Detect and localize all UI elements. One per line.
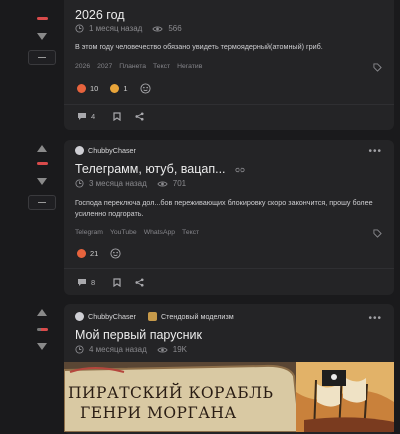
post-text-line: усиленно подгорать. (75, 209, 144, 218)
post-views: 566 (168, 24, 182, 33)
tag[interactable]: Текст (182, 229, 199, 236)
reactions: 21 (77, 248, 121, 259)
reactions: 10 1 (77, 83, 151, 94)
post-image[interactable]: ПИРАТСКИЙ КОРАБЛЬ ГЕНРИ МОРГАНА (64, 362, 394, 432)
rating-bar (37, 162, 48, 165)
post-text: Господа переключа дол...бов переживающих… (75, 197, 389, 219)
tag[interactable]: Текст (153, 63, 170, 70)
clock-icon (75, 179, 84, 188)
tag[interactable]: Telegram (75, 229, 103, 236)
post-actions: 4 (77, 112, 144, 121)
post-views: 701 (172, 179, 187, 188)
author-name[interactable]: ChubbyChaser (88, 312, 136, 321)
tag[interactable]: Планета (119, 63, 146, 70)
add-reaction-icon[interactable] (110, 248, 121, 259)
post-actions: 8 (77, 278, 144, 287)
tag[interactable]: WhatsApp (144, 229, 175, 236)
tag[interactable]: 2026 (75, 63, 90, 70)
comment-count[interactable]: 8 (91, 278, 95, 287)
comment-count[interactable]: 4 (91, 112, 95, 121)
divider (64, 104, 394, 105)
tag-list: Telegram YouTube WhatsApp Текст (75, 229, 199, 236)
post-card-1: 2026 год 1 месяц назад 566 В этом году ч… (64, 0, 394, 130)
avatar[interactable] (75, 312, 84, 321)
eye-icon (157, 180, 168, 187)
tag-list: 2026 2027 Планета Текст Негатив (75, 63, 202, 70)
share-icon[interactable] (135, 112, 144, 121)
post-title[interactable]: Мой первый парусник (75, 328, 202, 342)
reaction-count: 1 (123, 84, 128, 93)
community-icon[interactable] (147, 312, 157, 321)
clock-icon (75, 345, 84, 354)
avatar[interactable] (75, 146, 84, 155)
reaction-fire-icon[interactable] (77, 84, 86, 93)
arrow-up-icon[interactable] (37, 145, 47, 152)
arrow-down-icon[interactable] (37, 33, 47, 40)
eye-icon (152, 25, 163, 32)
link-icon[interactable] (235, 166, 245, 174)
post-text-line: Господа переключа дол...бов переживающих… (75, 198, 373, 207)
add-reaction-icon[interactable] (139, 83, 151, 94)
community-name[interactable]: Стендовый моделизм (161, 312, 234, 321)
arrow-up-icon[interactable] (37, 309, 47, 316)
post-meta: 4 месяца назад 19K (75, 345, 187, 354)
tag[interactable]: 2027 (97, 63, 112, 70)
tag[interactable]: YouTube (110, 229, 137, 236)
bookmark-icon[interactable] (113, 112, 121, 121)
post-time: 4 месяца назад (89, 345, 147, 354)
arrow-down-icon[interactable] (37, 343, 47, 350)
tag[interactable]: Негатив (177, 63, 202, 70)
bookmark-icon[interactable] (113, 278, 121, 287)
reaction-count: 21 (90, 249, 99, 258)
rating-bar (37, 328, 48, 331)
more-icon[interactable]: ••• (368, 313, 382, 324)
clock-icon (75, 24, 84, 33)
post-meta: 1 месяц назад 566 (75, 24, 182, 33)
post-text: В этом году человечество обязано увидеть… (75, 42, 323, 51)
rating-bar (37, 17, 48, 20)
divider (64, 268, 394, 269)
reaction-fire-icon[interactable] (77, 249, 86, 258)
comment-icon[interactable] (77, 112, 87, 121)
post-time: 3 месяца назад (89, 179, 147, 188)
post-card-3: ChubbyChaser Стендовый моделизм ••• Мой … (64, 304, 394, 434)
tag-icon[interactable] (373, 63, 382, 72)
collapse-button[interactable] (28, 195, 56, 210)
post-time: 1 месяц назад (89, 24, 143, 33)
image-caption-line-1: ПИРАТСКИЙ КОРАБЛЬ (68, 384, 274, 402)
post-card-2: ChubbyChaser ••• Телеграмм, ютуб, вацап.… (64, 140, 394, 295)
reaction-count: 10 (90, 84, 99, 93)
post-views: 19K (172, 345, 188, 354)
author[interactable]: ChubbyChaser (75, 146, 136, 155)
image-caption-line-2: ГЕНРИ МОРГАНА (80, 404, 237, 422)
post-title-text[interactable]: Телеграмм, ютуб, вацап... (75, 162, 226, 176)
post-title[interactable]: Телеграмм, ютуб, вацап... (75, 162, 245, 176)
arrow-down-icon[interactable] (37, 178, 47, 185)
post-title[interactable]: 2026 год (75, 8, 125, 22)
comment-icon[interactable] (77, 278, 87, 287)
more-icon[interactable]: ••• (368, 146, 382, 157)
eye-icon (157, 346, 168, 353)
collapse-button[interactable] (28, 50, 56, 65)
author-name[interactable]: ChubbyChaser (88, 146, 136, 155)
share-icon[interactable] (135, 278, 144, 287)
author[interactable]: ChubbyChaser Стендовый моделизм (75, 312, 234, 321)
post-meta: 3 месяца назад 701 (75, 179, 186, 188)
reaction-laugh-icon[interactable] (110, 84, 120, 93)
tag-icon[interactable] (373, 229, 382, 238)
